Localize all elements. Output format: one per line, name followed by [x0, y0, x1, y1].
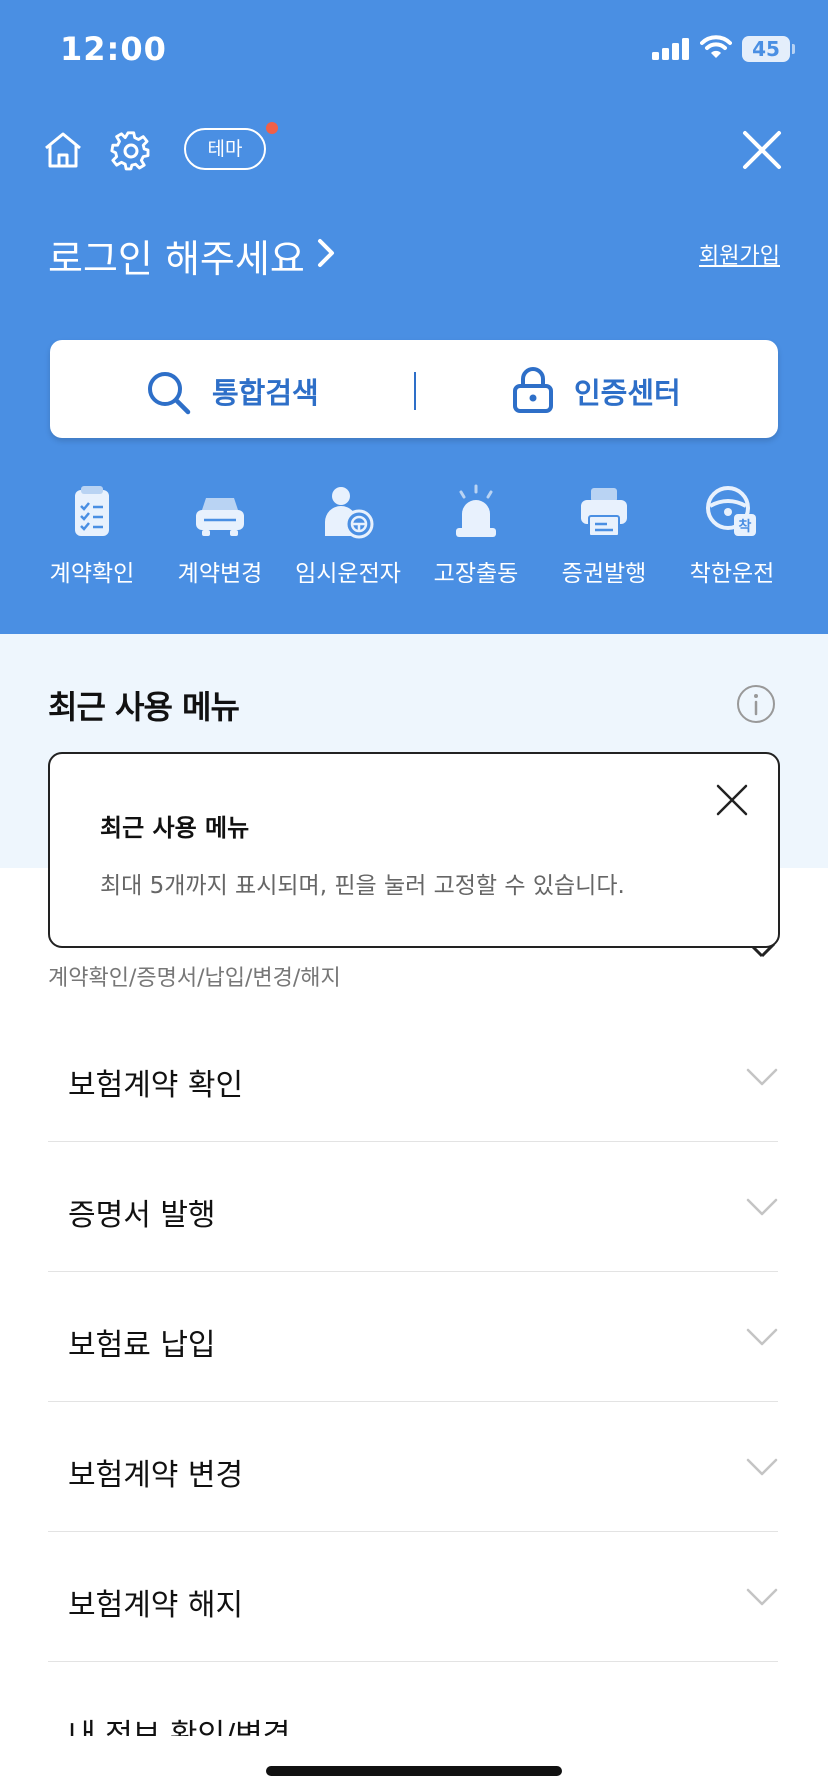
quick-menu-label: 계약변경 [177, 561, 263, 587]
accordion-label: 증명서 발행 [68, 1198, 216, 1233]
accordion-item[interactable]: 보험료 납입 [48, 1272, 778, 1402]
cellular-signal-icon [652, 38, 689, 60]
tooltip-description: 최대 5개까지 표시되며, 핀을 눌러 고정할 수 있습니다. [100, 873, 625, 899]
notification-dot [266, 122, 278, 134]
chevron-down-icon [746, 1328, 778, 1346]
tooltip-title: 최근 사용 메뉴 [100, 814, 250, 842]
temp-driver-icon [325, 487, 374, 539]
accordion-item[interactable]: 증명서 발행 [48, 1142, 778, 1272]
home-indicator [266, 1766, 562, 1776]
battery-tip [792, 44, 795, 54]
chevron-down-icon [746, 1068, 778, 1086]
quick-menu-label: 고장출동 [433, 561, 519, 587]
theme-button[interactable]: 테마 [184, 128, 266, 170]
category-title: 계약확인/증명서/납입/변경/해지 [48, 966, 341, 991]
accordion-item-partial[interactable]: 내 정보 확인/변경 [68, 1710, 468, 1736]
gear-icon[interactable] [110, 130, 152, 172]
accordion-label: 보험계약 변경 [68, 1458, 244, 1493]
quick-menu-label: 임시운전자 [295, 561, 401, 587]
emergency-siren-icon [456, 484, 496, 537]
quick-menu-label: 계약확인 [49, 561, 135, 587]
quick-menu-label: 착한운전 [689, 561, 775, 587]
quick-menu-good-driving[interactable]: 착 착한운전 [668, 484, 796, 588]
battery-indicator: 45 [742, 36, 790, 62]
tooltip-close-icon[interactable] [716, 784, 748, 816]
accordion-label: 보험계약 확인 [68, 1068, 244, 1103]
chevron-down-icon [746, 1458, 778, 1476]
quick-menu-contract-change[interactable]: 계약변경 [156, 484, 284, 588]
auth-center-button[interactable]: 인증센터 [574, 370, 681, 412]
good-driving-icon: 착 [706, 486, 756, 536]
svg-text:착: 착 [739, 518, 752, 535]
chevron-down-icon [746, 1198, 778, 1216]
contract-check-icon [75, 486, 109, 536]
accordion-label: 보험계약 해지 [68, 1588, 244, 1623]
close-icon[interactable] [742, 130, 782, 170]
recent-menu-tooltip: 최근 사용 메뉴 최대 5개까지 표시되며, 핀을 눌러 고정할 수 있습니다. [48, 752, 780, 948]
quick-menu-contract-check[interactable]: 계약확인 [28, 484, 156, 588]
quick-menu-temp-driver[interactable]: 임시운전자 [284, 484, 412, 588]
signup-link[interactable]: 회원가입 [699, 238, 780, 270]
login-prompt[interactable]: 로그인 해주세요 [48, 228, 305, 283]
search-icon[interactable] [146, 370, 192, 416]
integrated-search-button[interactable]: 통합검색 [212, 370, 319, 412]
recent-menu-title: 최근 사용 메뉴 [48, 688, 240, 726]
home-icon[interactable] [42, 130, 84, 170]
accordion-item[interactable]: 보험계약 해지 [48, 1532, 778, 1662]
wifi-icon [700, 35, 732, 58]
quick-menu-label: 증권발행 [561, 561, 647, 587]
accordion-item[interactable]: 보험계약 변경 [48, 1402, 778, 1532]
status-time: 12:00 [60, 30, 167, 68]
quick-menu-certificate[interactable]: 증권발행 [540, 484, 668, 588]
header-panel: 12:00 45 테마 로그인 해주세요 회원가입 통합검색 인증센터 계약확인… [0, 0, 828, 634]
accordion-label: 보험료 납입 [68, 1328, 216, 1363]
divider [414, 372, 416, 410]
chevron-right-icon[interactable] [316, 238, 336, 268]
info-icon[interactable] [736, 684, 776, 724]
search-card: 통합검색 인증센터 [50, 340, 778, 438]
accordion-item[interactable]: 보험계약 확인 [48, 1012, 778, 1142]
printer-icon [581, 488, 627, 537]
lock-icon[interactable] [512, 366, 554, 414]
quick-menu-emergency[interactable]: 고장출동 [412, 484, 540, 588]
car-change-icon [196, 498, 244, 536]
chevron-down-icon [746, 1588, 778, 1606]
